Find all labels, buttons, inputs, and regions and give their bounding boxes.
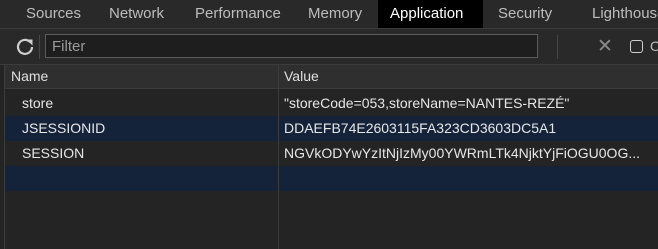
cookies-table: Name Value store "storeCode=053,storeNam… — [4, 65, 658, 249]
cookie-name: JSESSIONID — [22, 120, 106, 136]
table-header: Name Value — [5, 65, 658, 89]
cookie-value: DDAEFB74E2603115FA323CD3603DC5A1 — [284, 120, 557, 136]
tab-network[interactable]: Network — [97, 0, 176, 28]
table-row[interactable] — [5, 166, 658, 191]
tab-sources[interactable]: Sources — [14, 0, 93, 28]
table-row[interactable]: store "storeCode=053,storeName=NANTES-RE… — [5, 91, 658, 116]
table-row[interactable]: SESSION NGVkODYwYzItNjIzMy00YWRmLTk4Njkt… — [5, 141, 658, 166]
cookie-value: "storeCode=053,storeName=NANTES-REZÉ" — [284, 95, 570, 111]
table-row[interactable]: JSESSIONID DDAEFB74E2603115FA323CD3603DC… — [5, 116, 658, 141]
clear-icon[interactable]: ✕ — [595, 37, 615, 57]
tab-security[interactable]: Security — [486, 0, 564, 28]
tab-lighthouse[interactable]: Lighthouse — [580, 0, 658, 28]
cookie-name: SESSION — [22, 145, 85, 161]
checkbox-label: O — [650, 38, 658, 54]
panel-tab-bar: Sources Network Performance Memory Appli… — [0, 0, 658, 29]
tab-memory[interactable]: Memory — [296, 0, 374, 28]
column-resizer[interactable] — [278, 65, 279, 249]
tab-performance[interactable]: Performance — [183, 0, 293, 28]
column-header-value[interactable]: Value — [284, 65, 319, 88]
toolbar-divider — [557, 35, 558, 59]
cookie-name: store — [22, 95, 54, 111]
column-header-name[interactable]: Name — [11, 65, 48, 88]
cookie-value: NGVkODYwYzItNjIzMy00YWRmLTk4NjktYjFiOGU0… — [284, 145, 641, 161]
toolbar-divider — [39, 35, 40, 59]
tab-application[interactable]: Application — [378, 0, 483, 28]
cookies-toolbar: ✕ O — [0, 29, 658, 65]
filter-checkbox[interactable] — [630, 40, 643, 53]
refresh-icon[interactable] — [14, 36, 36, 58]
filter-input[interactable] — [45, 34, 538, 58]
